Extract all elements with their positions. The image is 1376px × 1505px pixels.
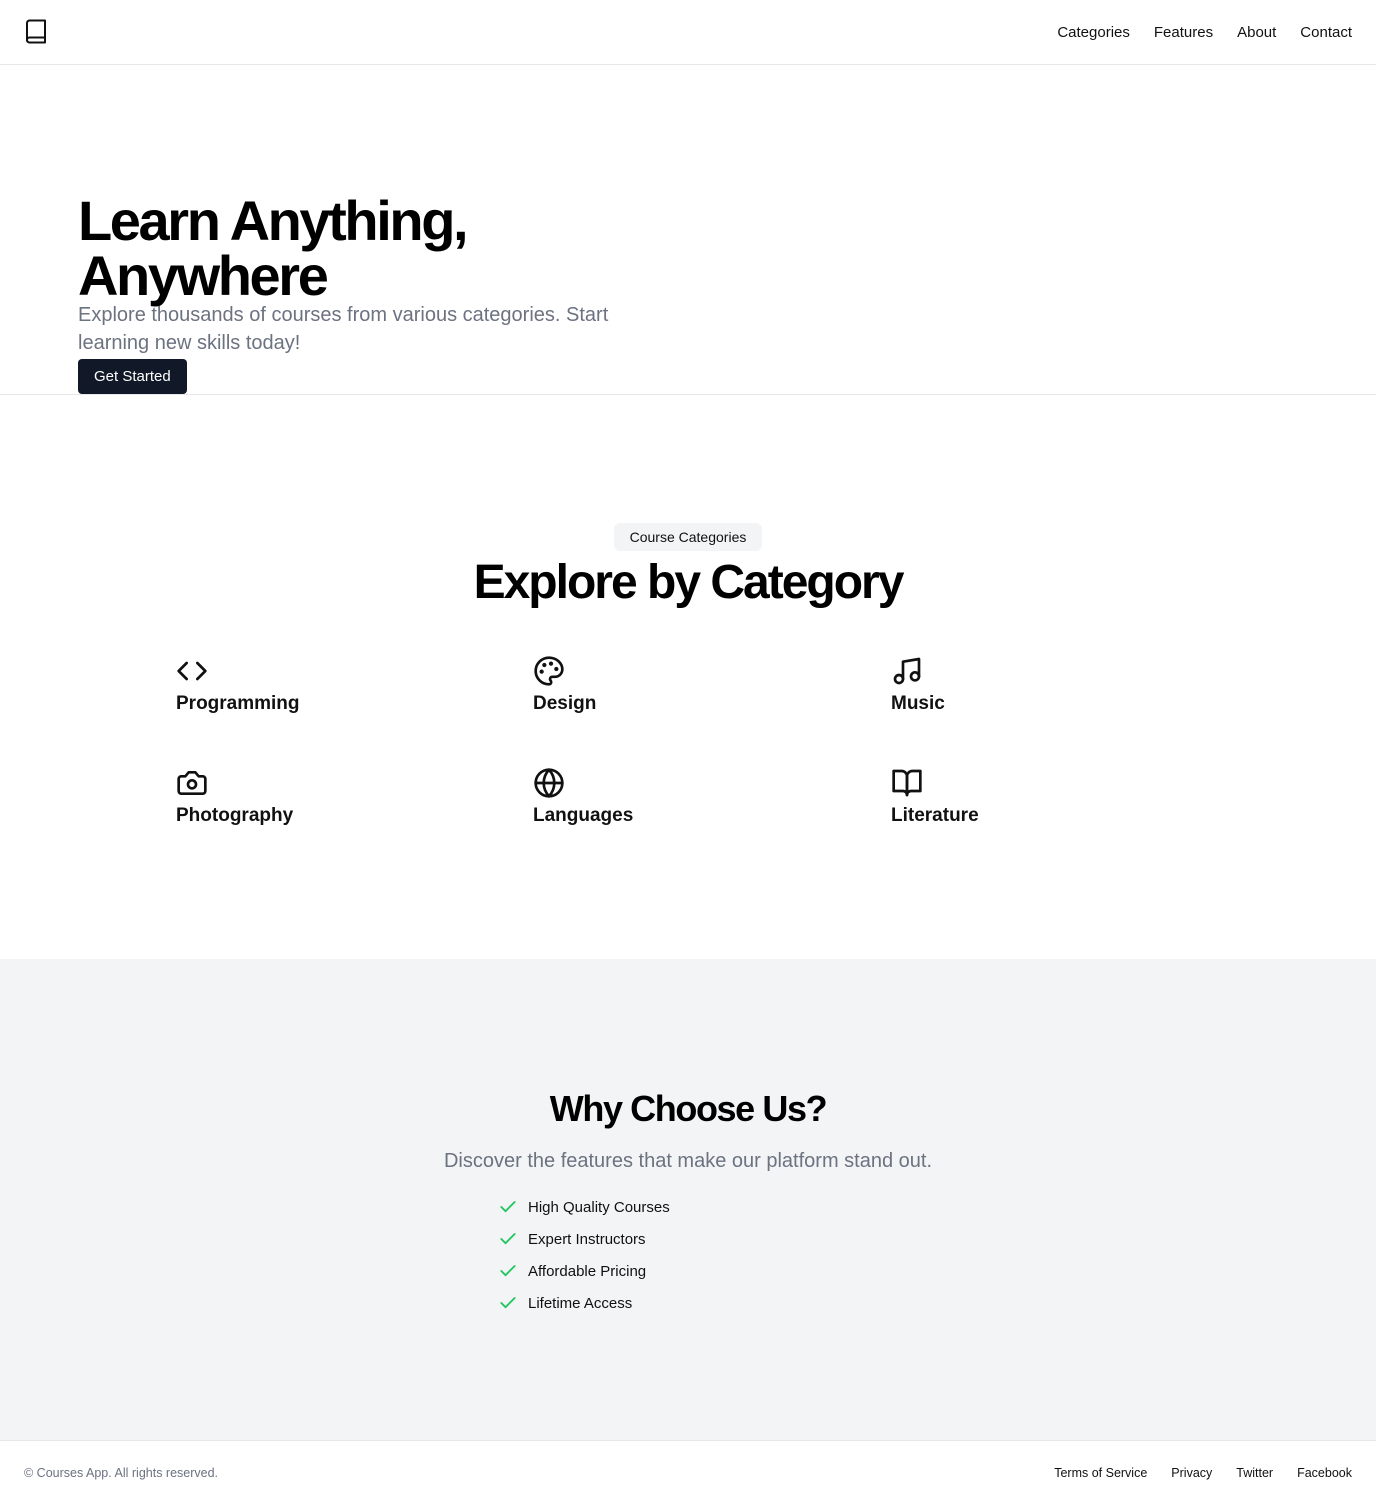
feature-item: Expert Instructors: [498, 1223, 670, 1255]
footer-link-twitter[interactable]: Twitter: [1236, 1466, 1273, 1480]
feature-item: Affordable Pricing: [498, 1255, 670, 1287]
hero-section: Learn Anything, Anywhere Explore thousan…: [0, 65, 1376, 395]
camera-icon: [177, 771, 207, 795]
course-categories-badge: Course Categories: [614, 523, 762, 551]
category-label: Languages: [533, 805, 634, 826]
feature-label: Lifetime Access: [528, 1294, 633, 1312]
copyright-text: © Courses App. All rights reserved.: [24, 1466, 219, 1480]
category-literature[interactable]: Literature: [891, 767, 1171, 847]
feature-item: Lifetime Access: [498, 1287, 670, 1319]
nav-link-categories[interactable]: Categories: [1057, 24, 1130, 41]
feature-label: Affordable Pricing: [528, 1262, 647, 1280]
hero-subtitle: Explore thousands of courses from variou…: [78, 304, 609, 354]
check-icon: [500, 1265, 516, 1277]
globe-icon: [534, 768, 564, 798]
palette-icon: [534, 656, 564, 686]
footer-link-terms[interactable]: Terms of Service: [1054, 1466, 1147, 1480]
categories-section: Course Categories Explore by Category Pr…: [0, 395, 1376, 959]
category-design[interactable]: Design: [533, 655, 813, 735]
footer-link-privacy[interactable]: Privacy: [1171, 1466, 1212, 1480]
features-list: High Quality Courses Expert Instructors …: [498, 1191, 670, 1319]
category-languages[interactable]: Languages: [533, 767, 813, 847]
book-icon[interactable]: [24, 19, 48, 45]
code-icon: [177, 661, 207, 681]
footer-nav: Terms of Service Privacy Twitter Faceboo…: [1054, 1441, 1352, 1505]
nav-link-features[interactable]: Features: [1154, 24, 1213, 41]
category-music[interactable]: Music: [891, 655, 1171, 735]
main-nav: Categories Features About Contact: [1057, 0, 1352, 64]
site-footer: © Courses App. All rights reserved. Term…: [0, 1440, 1376, 1505]
categories-title: Explore by Category: [473, 556, 905, 609]
category-label: Music: [891, 693, 945, 714]
category-label: Literature: [891, 805, 979, 826]
site-header: Categories Features About Contact: [0, 0, 1376, 65]
category-label: Programming: [176, 693, 300, 714]
why-subtitle: Discover the features that make our plat…: [443, 1150, 933, 1172]
feature-item: High Quality Courses: [498, 1191, 670, 1223]
footer-link-facebook[interactable]: Facebook: [1297, 1466, 1352, 1480]
category-photography[interactable]: Photography: [176, 767, 456, 847]
category-label: Design: [533, 693, 597, 714]
open-book-icon: [892, 769, 922, 797]
category-programming[interactable]: Programming: [176, 655, 456, 735]
feature-label: Expert Instructors: [528, 1230, 646, 1248]
why-title: Why Choose Us?: [549, 1088, 828, 1129]
check-icon: [500, 1297, 516, 1309]
check-icon: [500, 1201, 516, 1213]
check-icon: [500, 1233, 516, 1245]
get-started-button[interactable]: Get Started: [78, 359, 187, 394]
why-choose-us-section: Why Choose Us? Discover the features tha…: [0, 959, 1376, 1440]
nav-link-about[interactable]: About: [1237, 24, 1276, 41]
music-note-icon: [893, 657, 921, 685]
feature-label: High Quality Courses: [528, 1198, 670, 1216]
category-label: Photography: [176, 805, 294, 826]
hero-title: Learn Anything, Anywhere: [78, 189, 469, 307]
nav-link-contact[interactable]: Contact: [1300, 24, 1352, 41]
